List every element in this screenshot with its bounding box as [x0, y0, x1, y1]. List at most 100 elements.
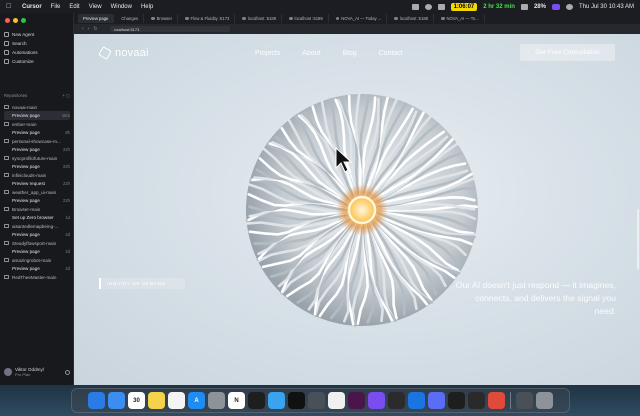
- repo-name-row[interactable]: personal-showcase-m...: [4, 137, 70, 145]
- notion-icon[interactable]: N: [228, 392, 245, 409]
- repo-chat-item[interactable]: Set up Zero browser 1d: [4, 213, 70, 222]
- menu-edit[interactable]: Edit: [69, 4, 79, 10]
- time-remaining[interactable]: 2 hr 32 min: [483, 4, 515, 10]
- repo-name-row[interactable]: syncprofilofuture-main: [4, 154, 70, 162]
- repo-name-row[interactable]: infiniclouds-main: [4, 171, 70, 179]
- browser-tab[interactable]: Flow & Fluidity :5173: [180, 14, 236, 23]
- repo-chat-item[interactable]: Preview page 2d: [4, 230, 70, 239]
- repo-name-row[interactable]: Browser-main: [4, 205, 70, 213]
- menu-app-name[interactable]: Cursor: [22, 4, 42, 10]
- minimize-window-button[interactable]: [13, 18, 18, 23]
- repo-name-row[interactable]: Steadyflowsport-main: [4, 239, 70, 247]
- menu-help[interactable]: Help: [141, 4, 153, 10]
- repo-chat-item[interactable]: Preview page 22h: [4, 145, 70, 154]
- finder-icon[interactable]: [88, 392, 105, 409]
- spark-icon[interactable]: [488, 392, 505, 409]
- trash-icon[interactable]: [536, 392, 553, 409]
- url-input[interactable]: [109, 26, 230, 32]
- notes-icon[interactable]: [148, 392, 165, 409]
- xcode-icon[interactable]: [408, 392, 425, 409]
- calendar-icon[interactable]: 30: [128, 392, 145, 409]
- inquiry-button[interactable]: INQUIRY OR DEMAND: [99, 278, 185, 289]
- browser-tab[interactable]: Preview page: [78, 14, 115, 23]
- menu-window[interactable]: Window: [111, 4, 132, 10]
- browser-tab[interactable]: localhost :5189: [237, 14, 283, 23]
- chrome-icon[interactable]: [328, 392, 345, 409]
- browser-tab[interactable]: NOVA_AI — To...: [436, 14, 485, 23]
- nav-link-about[interactable]: About: [302, 50, 320, 57]
- vpn-icon[interactable]: [268, 392, 285, 409]
- gear-icon[interactable]: [65, 369, 70, 375]
- browser-tab[interactable]: NOVA_AI — Today ...: [331, 14, 388, 23]
- menu-file[interactable]: File: [51, 4, 61, 10]
- repo-chat-age: 15m: [61, 113, 70, 118]
- slack-icon[interactable]: [348, 392, 365, 409]
- consultation-button[interactable]: Get Free Consultation: [520, 44, 615, 61]
- favicon-icon: [394, 16, 398, 21]
- avatar[interactable]: [4, 368, 12, 376]
- nav-link-blog[interactable]: Blog: [343, 50, 357, 57]
- menu-view[interactable]: View: [89, 4, 102, 10]
- repo-chat-item[interactable]: Preview page 2d: [4, 264, 70, 273]
- menubar-app-icon[interactable]: [551, 3, 560, 10]
- safari-icon[interactable]: [108, 392, 125, 409]
- browser-tab[interactable]: localhost :5188: [389, 14, 434, 23]
- sidebar-nav-customize[interactable]: Customize: [4, 57, 70, 66]
- repo-name-row[interactable]: RedTheeMaster-main: [4, 273, 70, 281]
- simulator-icon[interactable]: [308, 392, 325, 409]
- nav-link-contact[interactable]: Contact: [379, 50, 403, 57]
- browser-tab[interactable]: Changes: [116, 14, 145, 23]
- repo-chat-item[interactable]: Preview page 15m: [4, 111, 70, 120]
- browser-tab-label: Browser: [156, 16, 172, 21]
- repo-name-row[interactable]: amazingrobot-main: [4, 256, 70, 264]
- close-window-button[interactable]: [5, 18, 10, 23]
- status-icon-1[interactable]: [411, 3, 419, 10]
- site-logo[interactable]: novaai: [98, 46, 149, 60]
- cursor-icon[interactable]: [468, 392, 485, 409]
- battery-icon[interactable]: [520, 3, 528, 10]
- control-center-icon[interactable]: [565, 3, 573, 10]
- reload-icon[interactable]: ↻: [93, 26, 97, 32]
- downloads-icon[interactable]: [516, 392, 533, 409]
- perplexity-icon[interactable]: [448, 392, 465, 409]
- add-repo-icon[interactable]: + ▢: [62, 93, 70, 98]
- sidebar-nav-search[interactable]: Search: [4, 39, 70, 48]
- sidebar-nav-new-agent[interactable]: New Agent: [4, 30, 70, 39]
- capcut-icon[interactable]: [288, 392, 305, 409]
- status-icon-2[interactable]: [424, 3, 432, 10]
- repo-chat-item[interactable]: Preview page 8h: [4, 128, 70, 137]
- status-icon-3[interactable]: [437, 3, 445, 10]
- app-store-icon[interactable]: A: [188, 392, 205, 409]
- zoom-window-button[interactable]: [21, 18, 26, 23]
- reminders-icon[interactable]: [168, 392, 185, 409]
- settings-icon[interactable]: [208, 392, 225, 409]
- scrollbar[interactable]: [637, 209, 639, 269]
- window-controls: [5, 18, 26, 23]
- back-icon[interactable]: ‹: [82, 26, 84, 32]
- browser-tab-label: NOVA_AI — Today ...: [341, 16, 382, 21]
- figma-icon[interactable]: [248, 392, 265, 409]
- clock[interactable]: Thu Jul 30 10:43 AM: [579, 4, 634, 10]
- apple-icon[interactable]: : [6, 3, 14, 10]
- url-bar: ‹ › ↻: [74, 24, 640, 34]
- nav-link-projects[interactable]: Projects: [255, 50, 280, 57]
- repo-name-row[interactable]: ember-main: [4, 120, 70, 128]
- arc-icon[interactable]: [428, 392, 445, 409]
- copilot-icon[interactable]: [388, 392, 405, 409]
- folder-icon: [4, 207, 9, 211]
- sidebar-nav-automations[interactable]: Automations: [4, 48, 70, 57]
- repo-chat-item[interactable]: Preview page 2d: [4, 247, 70, 256]
- forward-icon[interactable]: ›: [88, 26, 90, 32]
- user-profile[interactable]: Viktor Oddmyl Pro Plan: [4, 365, 70, 379]
- repo-name-row[interactable]: weather_app_ui-main: [4, 188, 70, 196]
- repo-name: novaai-main: [12, 104, 38, 110]
- repo-name-row[interactable]: aisantedlemapbeing-...: [4, 222, 70, 230]
- browser-tab[interactable]: Browser: [146, 14, 178, 23]
- repo-name-row[interactable]: novaai-main: [4, 103, 70, 111]
- repo-chat-item[interactable]: Preview request 22h: [4, 179, 70, 188]
- timer-badge[interactable]: 1:06:07: [450, 2, 478, 11]
- repo-chat-item[interactable]: Preview page 22h: [4, 196, 70, 205]
- obsidian-icon[interactable]: [368, 392, 385, 409]
- repo-chat-item[interactable]: Preview page 22h: [4, 162, 70, 171]
- browser-tab[interactable]: localhost :5189: [284, 14, 329, 23]
